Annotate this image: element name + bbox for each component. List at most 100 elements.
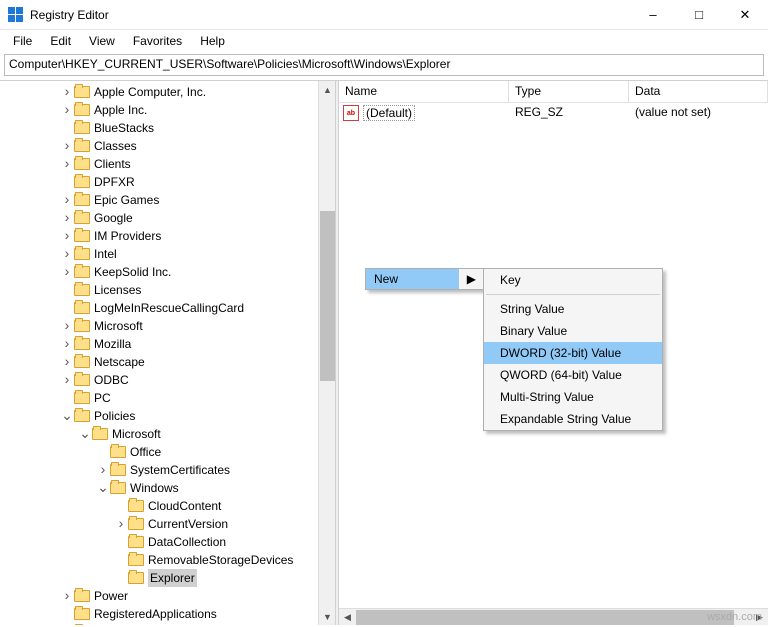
hscroll-thumb[interactable] [356,610,734,625]
menu-bar: File Edit View Favorites Help [0,30,768,52]
tree-item-pol_currentversion[interactable]: ›CurrentVersion [0,515,335,533]
tree-item-label: Windows [130,479,179,497]
tree-item-classes[interactable]: ›Classes [0,137,335,155]
tree-item-im_providers[interactable]: ›IM Providers [0,227,335,245]
tree-item-logmein[interactable]: LogMeInRescueCallingCard [0,299,335,317]
tree-item-pol_cloudcontent[interactable]: CloudContent [0,497,335,515]
tree-item-label: Microsoft [94,317,143,335]
tree-item-pol_datacollection[interactable]: DataCollection [0,533,335,551]
expand-icon[interactable]: › [60,334,74,352]
submenu-item-key[interactable]: Key [484,269,662,291]
collapse-icon[interactable]: ⌄ [60,406,74,424]
col-type[interactable]: Type [509,81,629,102]
value-row-default[interactable]: ab (Default) REG_SZ (value not set) [339,103,768,123]
context-menu-item-new[interactable]: New ▶ [366,269,484,289]
expand-icon[interactable]: › [96,460,110,478]
tree-scrollbar[interactable]: ▲ ▼ [318,81,335,625]
folder-icon [110,446,126,458]
expand-icon[interactable]: › [60,316,74,334]
submenu-item-dword[interactable]: DWORD (32-bit) Value [484,342,662,364]
tree-item-keepsolid[interactable]: ›KeepSolid Inc. [0,263,335,281]
tree-item-label: Microsoft [112,425,161,443]
tree-item-policies[interactable]: ⌄Policies [0,407,335,425]
expand-icon[interactable]: › [60,100,74,118]
expand-icon[interactable]: › [114,514,128,532]
menu-file[interactable]: File [6,32,39,50]
tree-item-registeredapps[interactable]: RegisteredApplications [0,605,335,623]
menu-help[interactable]: Help [193,32,232,50]
submenu-separator [486,294,660,295]
expand-icon[interactable]: › [60,370,74,388]
tree-item-clients[interactable]: › Clients [0,155,335,173]
tree-item-apple_inc[interactable]: ›Apple Inc. [0,101,335,119]
folder-icon [74,392,90,404]
tree-item-mozilla[interactable]: ›Mozilla [0,335,335,353]
tree-item-label: Intel [94,245,117,263]
tree-item-google[interactable]: ›Google [0,209,335,227]
title-bar: Registry Editor – □ ✕ [0,0,768,30]
menu-view[interactable]: View [82,32,122,50]
maximize-button[interactable]: □ [676,0,722,30]
collapse-icon[interactable]: ⌄ [96,478,110,496]
submenu-item-qword[interactable]: QWORD (64-bit) Value [484,364,662,386]
address-bar[interactable]: Computer\HKEY_CURRENT_USER\Software\Poli… [4,54,764,76]
expand-icon[interactable]: › [60,352,74,370]
scroll-up-button[interactable]: ▲ [319,81,335,98]
tree-item-bluestacks[interactable]: BlueStacks [0,119,335,137]
tree-item-power[interactable]: ›Power [0,587,335,605]
values-hscrollbar[interactable]: ◀ ▶ [339,608,768,625]
tree-item-pol_removable[interactable]: RemovableStorageDevices [0,551,335,569]
collapse-icon[interactable]: ⌄ [78,424,92,442]
submenu-item-multi[interactable]: Multi-String Value [484,386,662,408]
expand-icon[interactable]: › [60,82,74,100]
menu-edit[interactable]: Edit [43,32,78,50]
expand-icon[interactable]: › [60,136,74,154]
expand-icon[interactable]: › [60,622,74,625]
tree-item-licenses[interactable]: Licenses [0,281,335,299]
minimize-button[interactable]: – [630,0,676,30]
expand-icon[interactable]: › [60,226,74,244]
tree-item-label: Explorer [148,569,197,587]
tree-item-pol_explorer[interactable]: Explorer [0,569,335,587]
tree-item-apple_computer[interactable]: ›Apple Computer, Inc. [0,83,335,101]
close-button[interactable]: ✕ [722,0,768,30]
expand-icon[interactable]: › [60,244,74,262]
tree-item-seagate[interactable]: ›Seagate [0,623,335,625]
tree-item-dpfxr[interactable]: DPFXR [0,173,335,191]
folder-icon [128,554,144,566]
folder-icon [74,248,90,260]
registry-tree[interactable]: ›Apple Computer, Inc.›Apple Inc.BlueStac… [0,83,335,625]
tree-item-netscape[interactable]: › Netscape [0,353,335,371]
menu-favorites[interactable]: Favorites [126,32,189,50]
tree-item-label: Epic Games [94,191,159,209]
tree-item-label: Clients [94,155,131,173]
tree-item-microsoft[interactable]: › Microsoft [0,317,335,335]
tree-item-pol_microsoft[interactable]: ⌄ Microsoft [0,425,335,443]
submenu-item-binary[interactable]: Binary Value [484,320,662,342]
tree-item-odbc[interactable]: ›ODBC [0,371,335,389]
col-name[interactable]: Name [339,81,509,102]
expand-icon[interactable]: › [60,262,74,280]
submenu-item-string[interactable]: String Value [484,298,662,320]
expand-icon[interactable]: › [60,190,74,208]
tree-item-intel[interactable]: › Intel [0,245,335,263]
tree-item-label: CloudContent [148,497,221,515]
col-data[interactable]: Data [629,81,768,102]
hscroll-left-button[interactable]: ◀ [339,609,356,625]
tree-item-pol_office[interactable]: Office [0,443,335,461]
tree-item-pol_syscert[interactable]: ›SystemCertificates [0,461,335,479]
scroll-thumb[interactable] [320,211,335,381]
expand-icon[interactable]: › [60,586,74,604]
expand-icon[interactable]: › [60,154,74,172]
scroll-down-button[interactable]: ▼ [319,608,335,625]
tree-item-pol_windows[interactable]: ⌄ Windows [0,479,335,497]
folder-icon [74,266,90,278]
tree-item-label: DataCollection [148,533,226,551]
submenu-item-expand[interactable]: Expandable String Value [484,408,662,430]
tree-item-label: Licenses [94,281,141,299]
expand-icon[interactable]: › [60,208,74,226]
tree-item-label: Netscape [94,353,145,371]
tree-item-pc[interactable]: PC [0,389,335,407]
folder-icon [74,302,90,314]
tree-item-epic_games[interactable]: › Epic Games [0,191,335,209]
